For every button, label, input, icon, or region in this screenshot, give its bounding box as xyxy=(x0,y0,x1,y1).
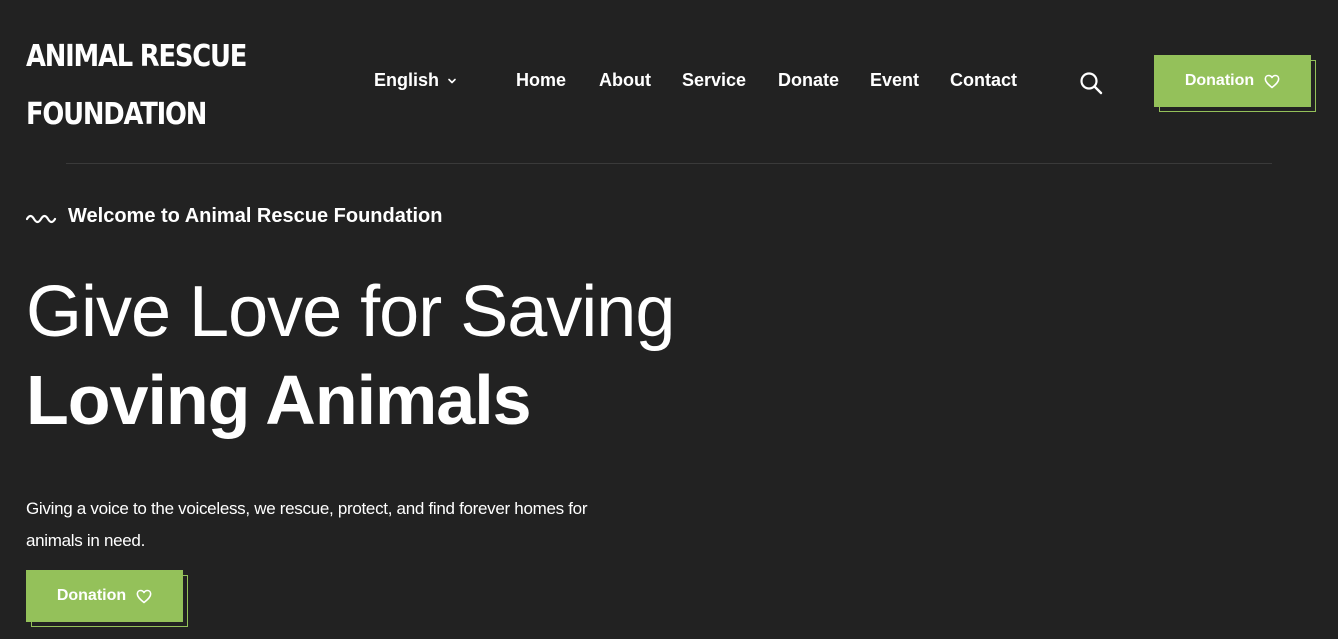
wave-icon xyxy=(26,214,57,223)
main-nav: Home About Service Donate Event Contact xyxy=(0,70,1338,92)
nav-item-contact[interactable]: Contact xyxy=(950,70,1017,91)
hero-donation-label: Donation xyxy=(56,587,127,604)
search-icon[interactable] xyxy=(1078,70,1104,96)
nav-item-home[interactable]: Home xyxy=(516,70,566,91)
nav-item-about[interactable]: About xyxy=(599,70,651,91)
heart-icon xyxy=(1264,74,1280,88)
nav-item-donate[interactable]: Donate xyxy=(778,70,839,91)
header-divider xyxy=(66,163,1272,164)
logo-line-2: FOUNDATION xyxy=(26,97,207,132)
hero-title-line-1: Give Love for Saving xyxy=(26,272,675,352)
header-donation-label: Donation xyxy=(1184,72,1255,89)
heart-icon xyxy=(136,589,152,603)
hero-description: Giving a voice to the voiceless, we resc… xyxy=(26,499,588,550)
hero-title-line-2: Loving Animals xyxy=(26,361,532,439)
page: ANIMAL RESCUE FOUNDATION English Home Ab… xyxy=(0,0,1338,639)
welcome-text: Welcome to Animal Rescue Foundation xyxy=(68,205,443,227)
hero-donation-button[interactable]: Donation xyxy=(26,570,188,627)
nav-item-event[interactable]: Event xyxy=(870,70,919,91)
welcome-tagline: Welcome to Animal Rescue Foundation xyxy=(26,205,443,228)
nav-item-service[interactable]: Service xyxy=(682,70,746,91)
header-donation-button[interactable]: Donation xyxy=(1154,55,1316,112)
